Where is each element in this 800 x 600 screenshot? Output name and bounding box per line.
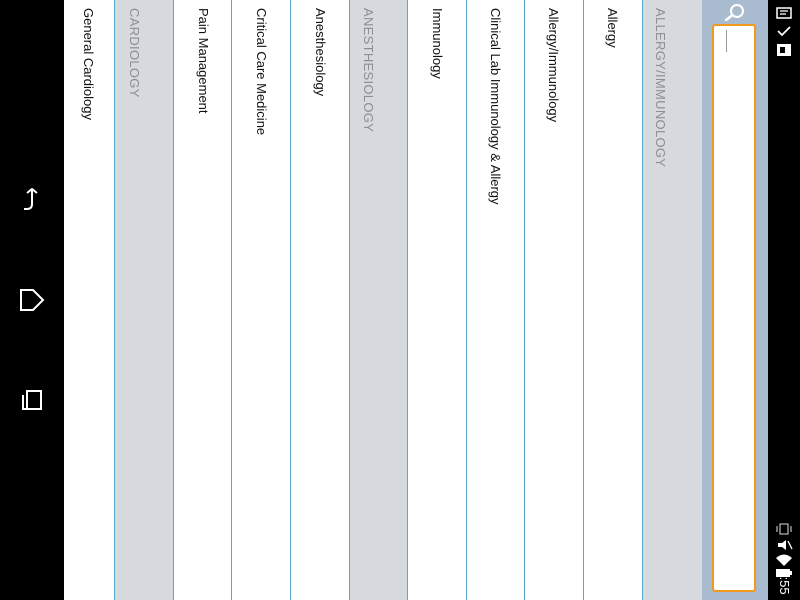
section-header-label: ANESTHESIOLOGY (361, 8, 376, 133)
list-item[interactable]: General Cardiology (64, 0, 114, 600)
search-bar (702, 0, 768, 600)
home-button[interactable] (14, 282, 50, 318)
list-item-label: Immunology (430, 8, 445, 79)
list-item-label: Critical Care Medicine (254, 8, 269, 136)
specialty-list: General Cardiology CARDIOLOGY Pain Manag… (64, 0, 702, 600)
home-icon (19, 288, 45, 312)
download-icon (774, 24, 794, 43)
list-item[interactable]: Clinical Lab Immunology & Allergy (466, 0, 524, 600)
section-header: ANESTHESIOLOGY (349, 0, 407, 600)
recent-apps-icon (20, 388, 44, 412)
section-header-label: CARDIOLOGY (127, 8, 142, 98)
list-item-label: General Cardiology (81, 8, 96, 121)
status-bar: 3:55 (768, 0, 800, 600)
list-item-label: Allergy (605, 8, 620, 48)
search-icon[interactable] (722, 3, 748, 26)
clock: 3:55 (777, 569, 792, 595)
section-header: CARDIOLOGY (114, 0, 173, 600)
list-item-label: Pain Management (196, 8, 211, 114)
app-notification-icon (774, 42, 794, 63)
list-item[interactable]: Allergy (583, 0, 642, 600)
section-header-label: ALLERGY/IMMUNOLOGY (653, 8, 668, 168)
list-item[interactable]: Immunology (407, 0, 466, 600)
section-header: ALLERGY/IMMUNOLOGY (642, 0, 702, 600)
list-item-label: Allergy/Immunology (546, 8, 561, 123)
navigation-bar (0, 0, 64, 600)
recent-apps-button[interactable] (14, 382, 50, 418)
list-item-label: Anesthesiology (313, 8, 328, 97)
search-input[interactable] (712, 24, 756, 592)
back-icon (21, 188, 43, 212)
notification-icon (774, 6, 794, 25)
list-item[interactable]: Pain Management (173, 0, 231, 600)
back-button[interactable] (14, 182, 50, 218)
list-item[interactable]: Allergy/Immunology (524, 0, 583, 600)
list-item[interactable]: Anesthesiology (290, 0, 349, 600)
list-item-label: Clinical Lab Immunology & Allergy (488, 8, 503, 205)
list-item[interactable]: Critical Care Medicine (231, 0, 290, 600)
text-cursor (726, 30, 727, 52)
